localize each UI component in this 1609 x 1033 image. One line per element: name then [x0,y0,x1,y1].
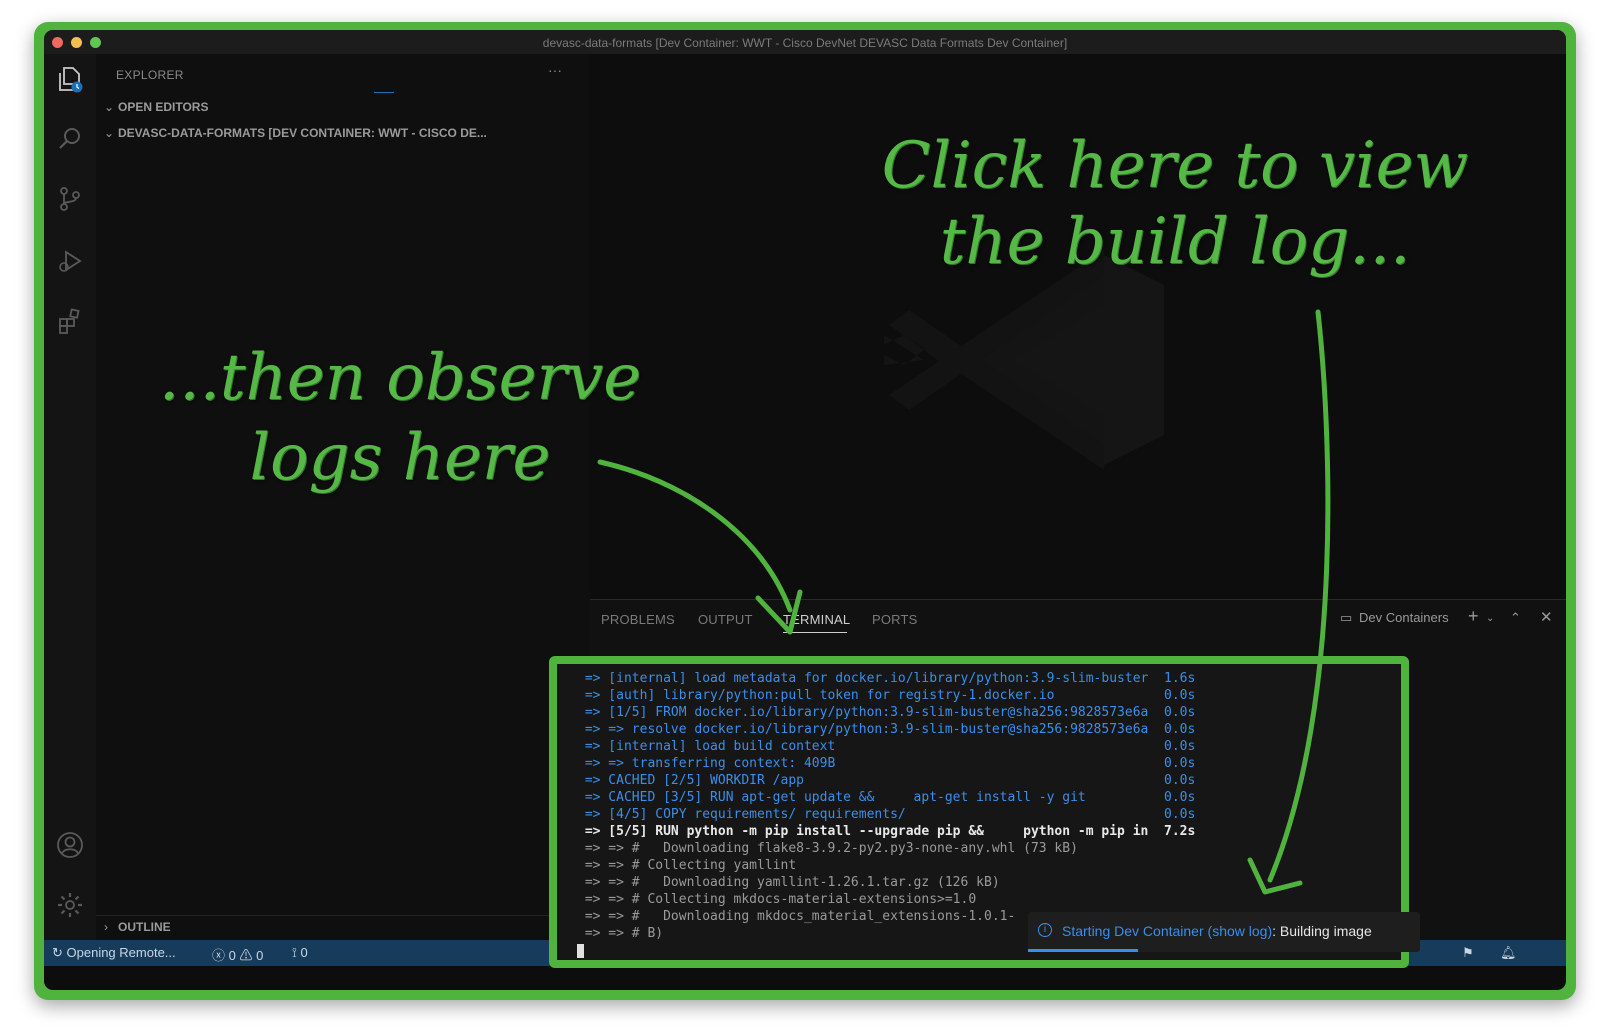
explorer-header: EXPLORER [116,68,184,82]
chevron-down-icon: ⌄ [104,100,115,114]
error-icon: ⓧ [212,948,229,963]
info-icon: i [1038,923,1052,937]
new-terminal-icon[interactable]: + [1468,606,1479,627]
tab-terminal[interactable]: TERMINAL [783,612,850,627]
terminal-line: => [1/5] FROM docker.io/library/python:3… [577,705,1196,720]
maximize-panel-icon[interactable]: ⌃ [1510,610,1521,626]
notification-suffix: : Building image [1272,923,1372,939]
chevron-down-icon: ⌄ [104,126,115,140]
folder-label: DEVASC-DATA-FORMATS [DEV CONTAINER: WWT … [118,126,487,140]
window-title: devasc-data-formats [Dev Container: WWT … [542,36,1068,50]
terminal-line: => => # Collecting yamllint [577,858,797,873]
annotation-click-here: Click here to view the build log... [830,128,1520,280]
more-actions-icon[interactable]: ··· [548,62,562,78]
sync-icon: ↻ [52,945,67,960]
remote-status[interactable]: ↻ Opening Remote... [52,945,176,961]
terminal-cursor [577,943,584,958]
terminal-line: => CACHED [2/5] WORKDIR /app 0.0s [577,773,1196,788]
warning-count: 0 [256,948,264,963]
error-count: 0 [228,948,236,963]
terminal-line: => [5/5] RUN python -m pip install --upg… [577,824,1196,839]
terminal-line: => => # Downloading flake8-3.9.2-py2.py3… [577,841,1078,856]
terminal-line: => [auth] library/python:pull token for … [577,688,1196,703]
bell-icon[interactable]: 🔔︎ [1500,945,1517,961]
explorer-icon[interactable] [55,64,85,94]
activity-bar [44,54,96,940]
outline-section[interactable]: › OUTLINE [104,920,171,934]
divider [96,915,590,916]
tab-problems[interactable]: PROBLEMS [601,612,675,627]
terminal-line: => => # Collecting mkdocs-material-exten… [577,892,977,907]
chevron-right-icon: › [104,920,108,934]
run-debug-icon[interactable] [55,246,85,276]
close-panel-icon[interactable]: ✕ [1540,608,1553,626]
title-bar: devasc-data-formats [Dev Container: WWT … [44,30,1566,54]
show-log-link[interactable]: show log [1212,923,1267,939]
ports-count: 0 [300,945,308,960]
warning-icon: ⚠ [235,948,257,963]
remote-status-label: Opening Remote... [66,945,176,960]
notification-progress-bar [1028,949,1138,952]
account-icon[interactable] [55,830,85,860]
terminal-line: => [internal] load build context 0.0s [577,739,1196,754]
ports-status[interactable]: ⟟ 0 [292,945,308,961]
open-editors-label: OPEN EDITORS [118,100,209,114]
outline-label: OUTLINE [118,920,171,934]
open-editors-section[interactable]: ⌄ OPEN EDITORS [104,100,208,114]
tab-ports[interactable]: PORTS [872,612,918,627]
tab-output[interactable]: OUTPUT [698,612,753,627]
problems-status[interactable]: ⓧ 0 ⚠ 0 [212,945,263,964]
notification-prefix: Starting Dev Container ( [1062,923,1213,939]
terminal-line: => [4/5] COPY requirements/ requirements… [577,807,1196,822]
progress-indicator [374,92,394,93]
notification-text: Starting Dev Container (show log): Build… [1062,923,1372,939]
dev-container-notification: i Starting Dev Container (show log): Bui… [1028,912,1420,952]
search-icon[interactable] [55,124,85,154]
active-tab-underline [783,632,847,633]
gear-icon[interactable] [55,890,85,920]
folder-section[interactable]: ⌄ DEVASC-DATA-FORMATS [DEV CONTAINER: WWT… [104,126,487,140]
annotation-observe-logs: ...then observe logs here [120,338,680,498]
terminal-line: => [internal] load metadata for docker.i… [577,671,1196,686]
chevron-down-icon[interactable]: ⌄ [1486,613,1494,624]
annotation-line: logs here [249,421,551,495]
annotation-line: the build log... [939,205,1411,279]
terminal-icon: ▭ [1340,610,1353,625]
annotation-line: ...then observe [158,341,642,415]
terminal-line: => CACHED [3/5] RUN apt-get update && ap… [577,790,1196,805]
extensions-icon[interactable] [55,306,85,336]
terminal-line: => => # Downloading yamllint-1.26.1.tar.… [577,875,1000,890]
terminal-line: => => transferring context: 409B 0.0s [577,756,1196,771]
terminal-line: => => resolve docker.io/library/python:3… [577,722,1196,737]
annotation-line: Click here to view [881,129,1469,203]
terminal-name[interactable]: Dev Containers [1359,610,1449,625]
feedback-icon[interactable]: ⚑ [1462,945,1474,961]
source-control-icon[interactable] [55,184,85,214]
